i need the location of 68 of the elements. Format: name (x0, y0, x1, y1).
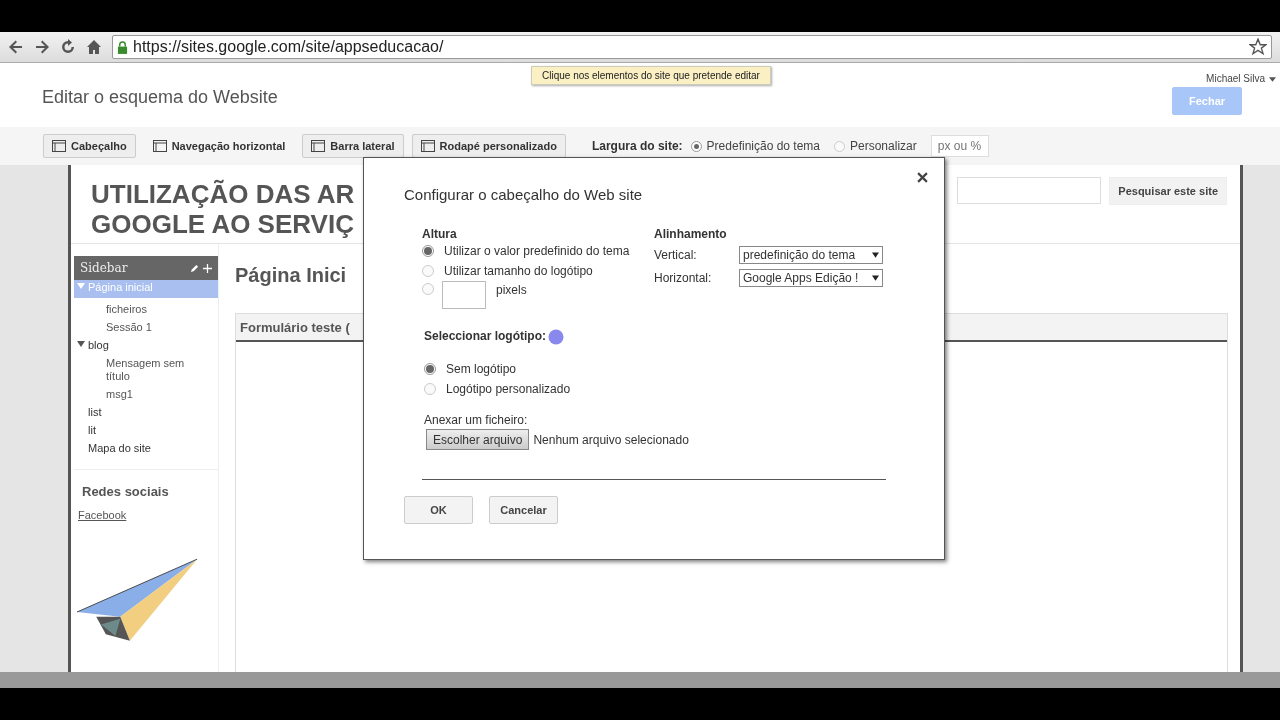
layout-button[interactable]: Navegação horizontal (143, 134, 295, 158)
attach-label: Anexar um ficheiro: (424, 413, 528, 427)
pixels-field[interactable] (442, 281, 486, 309)
page-heading: Página Inici (235, 264, 347, 287)
page-title: Editar o esquema do Website (42, 87, 278, 108)
pixels-label: pixels (496, 283, 527, 297)
address-bar[interactable]: https://sites.google.com/site/appseducacao/ (112, 35, 1272, 59)
caret-icon (872, 252, 879, 258)
dialog-button[interactable]: OK (404, 496, 473, 524)
add-icon[interactable] (203, 263, 212, 273)
section-label: Alinhamento (654, 227, 727, 241)
cursor-icon (548, 329, 564, 345)
width-field[interactable]: px ou % (930, 135, 989, 157)
dialog-button[interactable]: Cancelar (489, 496, 558, 524)
section-label: Seleccionar logótipo: (424, 329, 546, 343)
sidebar-subitem[interactable]: Mensagem sem título (74, 356, 201, 387)
social-title: Redes sociais (81, 484, 170, 499)
caret-icon (872, 275, 879, 281)
pencil-icon[interactable] (190, 263, 199, 273)
sidebar-item[interactable]: Mapa do site (74, 441, 218, 459)
layout-button[interactable]: Cabeçalho (43, 134, 136, 158)
radio-option[interactable]: Sem logótipo (424, 359, 517, 379)
close-icon[interactable] (917, 172, 928, 183)
layout-icon (311, 140, 326, 152)
dialog-title: Configurar o cabeçalho do Web site (404, 186, 643, 203)
back-icon[interactable] (8, 39, 24, 55)
layout-icon (420, 140, 435, 152)
radio-option[interactable]: Utilizar tamanho do logótipo (422, 261, 593, 281)
expand-triangle-icon[interactable] (77, 341, 85, 347)
sidebar-subitem[interactable]: Sessão 1 (74, 320, 201, 338)
width-label: Largura do site: (591, 139, 683, 153)
layout-button[interactable]: Rodapé personalizado (411, 134, 566, 158)
file-status: Nenhum arquivo selecionado (533, 432, 689, 447)
sidebar-item[interactable]: lit (74, 423, 218, 441)
dropdown[interactable]: predefinição do tema (739, 246, 883, 264)
layout-icon (52, 140, 66, 152)
width-radio[interactable]: Predefinição do tema (690, 139, 820, 153)
layout-button[interactable]: Barra lateral (302, 134, 404, 158)
site-title: GOOGLE AO SERVIÇ (91, 209, 355, 239)
sidebar-subitem[interactable]: ficheiros (74, 302, 201, 320)
radio-option[interactable]: Logótipo personalizado (424, 379, 571, 399)
lock-icon (117, 40, 128, 54)
sidebar-item[interactable]: blog (74, 338, 218, 356)
sidebar-title: Sidebar (80, 261, 129, 275)
field-label: Vertical: (654, 248, 698, 262)
forward-icon[interactable] (34, 39, 50, 55)
url-text: https://sites.google.com/site/appseducacao/ (133, 38, 445, 56)
user-menu[interactable]: Michael Silva (1206, 73, 1276, 84)
dropdown[interactable]: Google Apps Edição ! (739, 269, 883, 287)
layout-icon (152, 140, 167, 152)
facebook-link[interactable]: Facebook (74, 499, 218, 521)
width-radio[interactable]: Personalizar (834, 139, 917, 153)
reload-icon[interactable] (60, 39, 76, 55)
gadget-title: Formulário teste ( (240, 319, 350, 335)
field-label: Horizontal: (654, 271, 713, 285)
tooltip: Clique nos elementos do site que pretende editar (531, 66, 771, 85)
star-icon[interactable] (1249, 38, 1267, 56)
choose-file-button[interactable]: Escolher arquivo (426, 429, 530, 450)
radio-button[interactable] (422, 283, 434, 295)
site-title: UTILIZAÇÃO DAS AR (91, 179, 355, 209)
section-label: Altura (422, 227, 457, 241)
caret-icon (1269, 77, 1276, 82)
home-icon[interactable] (86, 39, 102, 55)
sidebar-item[interactable]: list (74, 405, 218, 423)
sidebar-subitem[interactable]: msg1 (74, 387, 201, 405)
radio-option[interactable]: Utilizar o valor predefinido do tema (422, 241, 630, 261)
search-field[interactable] (957, 177, 1102, 204)
search-button[interactable]: Pesquisar este site (1109, 177, 1227, 205)
